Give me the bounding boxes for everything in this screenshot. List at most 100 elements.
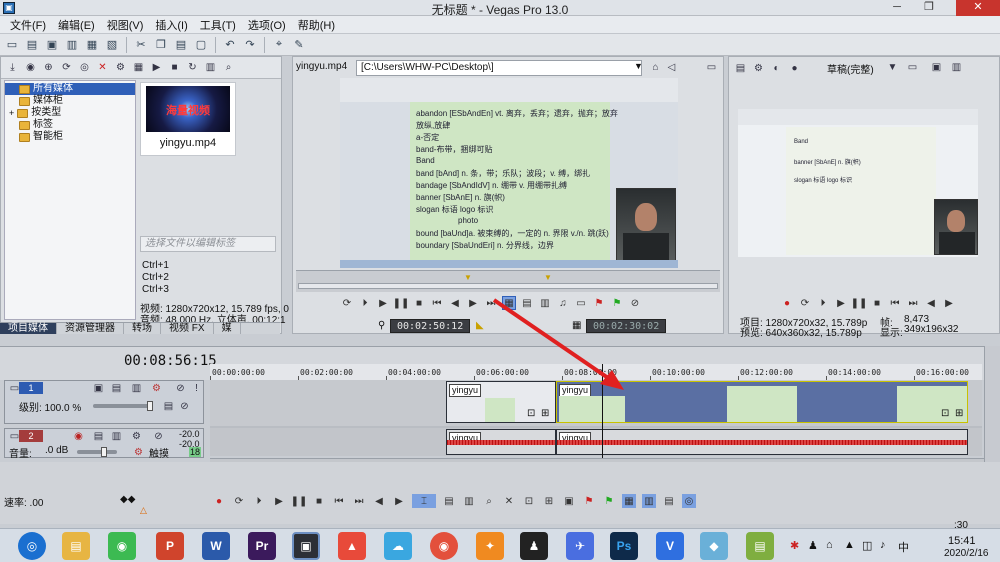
render-icon[interactable]: ▦ <box>84 37 100 53</box>
refresh-icon[interactable]: ⟳ <box>59 60 74 75</box>
auto-preview-icon[interactable]: ↻ <box>185 60 200 75</box>
stop-icon[interactable]: ■ <box>312 494 326 508</box>
menu-options[interactable]: 选项(O) <box>242 17 292 33</box>
delete-icon[interactable]: ▢ <box>193 37 209 53</box>
in-marker-icon[interactable]: ▼ <box>464 273 472 282</box>
powerpoint-icon[interactable]: P <box>156 532 184 560</box>
trimmer-time-length[interactable]: 00:02:30:02 <box>586 319 667 333</box>
tab-project-media[interactable]: 项目媒体 <box>0 323 57 334</box>
next-frame-icon[interactable]: ▶ <box>466 296 480 310</box>
tree-item-all-media[interactable]: 所有媒体 <box>5 83 135 95</box>
play-media-icon[interactable]: ▶ <box>149 60 164 75</box>
stop-icon[interactable]: ■ <box>412 296 426 310</box>
open-icon[interactable]: ▤ <box>24 37 40 53</box>
app-icon[interactable]: ◆ <box>700 532 728 560</box>
marker-icon[interactable]: ⚑ <box>582 494 596 508</box>
pause-icon[interactable]: ❚❚ <box>291 494 308 508</box>
ignore-grouping-icon[interactable]: ◎ <box>682 494 696 508</box>
menu-tools[interactable]: 工具(T) <box>194 17 242 33</box>
trimmer-monitor-icon[interactable]: ▭ <box>704 60 719 75</box>
app-icon[interactable]: ✦ <box>476 532 504 560</box>
go-start-icon[interactable]: ⏮ <box>430 296 444 310</box>
tree-item-smart-bins[interactable]: 智能柜 <box>5 131 135 143</box>
menu-edit[interactable]: 编辑(E) <box>52 17 101 33</box>
video-app-icon[interactable]: ▲ <box>338 532 366 560</box>
split-screen-icon[interactable]: ◐ <box>769 61 784 76</box>
trimmer-time-in[interactable]: 00:02:50:12 <box>390 319 471 333</box>
system-clock-date[interactable]: 2020/2/16 <box>944 548 989 559</box>
envelope-icon[interactable]: ▤ <box>442 494 456 508</box>
tray-icon[interactable]: ▲ <box>844 539 855 551</box>
level-slider[interactable] <box>93 404 153 408</box>
zoom-icon[interactable]: ⌕ <box>482 494 496 508</box>
copy-icon[interactable]: ❐ <box>153 37 169 53</box>
fx-icon[interactable]: ⚙ <box>751 61 766 76</box>
get-media-icon[interactable]: ⊕ <box>41 60 56 75</box>
save-as-icon[interactable]: ▥ <box>64 37 80 53</box>
preview-quality[interactable]: 草稿(完整) <box>827 61 874 76</box>
delete-clip-icon[interactable]: ✕ <box>502 494 516 508</box>
tray-icon[interactable]: ⌂ <box>826 539 833 551</box>
pan-mode[interactable]: 触摸 <box>149 445 169 460</box>
vegas-taskbar-icon[interactable]: ▣ <box>292 532 320 560</box>
trimmer-timeline[interactable] <box>298 283 718 289</box>
premiere-icon[interactable]: Pr <box>248 532 276 560</box>
import-media-icon[interactable]: ⤓ <box>5 60 20 75</box>
expand-icon[interactable]: + <box>9 107 14 119</box>
track-fx-icon[interactable]: ▤ <box>109 381 124 396</box>
external-monitor-icon[interactable]: ▭ <box>905 60 920 75</box>
word-icon[interactable]: W <box>202 532 230 560</box>
marker-green-icon[interactable]: ⚑ <box>610 296 624 310</box>
fx-icon[interactable]: ⚙ <box>113 60 128 75</box>
redo-icon[interactable]: ↷ <box>242 37 258 53</box>
chrome-icon[interactable]: ◉ <box>430 532 458 560</box>
path-dropdown-icon[interactable]: ▼ <box>634 61 643 71</box>
notepad-icon[interactable]: ▤ <box>746 532 774 560</box>
loop-icon[interactable]: ⟳ <box>340 296 354 310</box>
timeline-ruler[interactable]: 00:00:00:00 00:02:00:00 00:04:00:00 00:06:0… <box>210 364 982 380</box>
properties-icon[interactable]: ▧ <box>104 37 120 53</box>
mute-icon[interactable]: ⊘ <box>173 381 188 396</box>
play-icon[interactable]: ▶ <box>376 296 390 310</box>
play-from-start-icon[interactable]: ⏵ <box>816 296 830 310</box>
audio-track-header[interactable]: 2 ▭ ◉ ▤ ▥ ⚙ ⊘ -20.0 音量: .0 dB ⚙ 触摸 -20.0… <box>4 428 204 460</box>
input-method-icon[interactable]: 中 <box>898 539 909 555</box>
grid-icon[interactable]: ▦ <box>131 60 146 75</box>
play-icon[interactable]: ▶ <box>272 494 286 508</box>
next-frame-icon[interactable]: ▶ <box>392 494 406 508</box>
remove-icon[interactable]: ✕ <box>95 60 110 75</box>
envelope-tool-icon[interactable]: ✎ <box>291 37 307 53</box>
feishu-icon[interactable]: ✈ <box>566 532 594 560</box>
wps-icon[interactable]: V <box>656 532 684 560</box>
out-marker-icon[interactable]: ▼ <box>544 273 552 282</box>
menu-file[interactable]: 文件(F) <box>4 17 52 33</box>
video-clip[interactable]: yingyu ⊡ ⊞ <box>446 381 556 423</box>
undo-icon[interactable]: ↶ <box>222 37 238 53</box>
quality-dropdown-icon[interactable]: ▼ <box>885 60 900 75</box>
trimmer-home-icon[interactable]: ⌂ <box>648 60 663 75</box>
audio-clip[interactable]: yingyu <box>556 429 968 455</box>
browser-icon[interactable]: ◎ <box>18 532 46 560</box>
lock-icon[interactable]: ▣ <box>562 494 576 508</box>
qq-icon[interactable]: ♟ <box>520 532 548 560</box>
video-clip-selected[interactable]: yingyu ⊡ ⊞ <box>556 381 968 423</box>
tree-item-tags[interactable]: 标签 <box>5 119 135 131</box>
volume-icon[interactable]: ♪ <box>880 539 886 551</box>
play-from-start-icon[interactable]: ⏵ <box>358 296 372 310</box>
go-end-icon[interactable]: ⏭ <box>352 494 366 508</box>
bypass-icon[interactable]: ⊘ <box>177 399 192 414</box>
normal-edit-tool-icon[interactable]: ⌶ <box>412 494 436 508</box>
volume-slider[interactable] <box>77 450 117 454</box>
trimmer-back-icon[interactable]: ◁ <box>664 60 679 75</box>
lock-envelopes-icon[interactable]: ▤ <box>662 494 676 508</box>
tree-item-media-bins[interactable]: 媒体柜 <box>5 95 135 107</box>
go-start-icon[interactable]: ⏮ <box>888 296 902 310</box>
track-settings-icon[interactable]: ⚙ <box>129 429 144 444</box>
wechat-icon[interactable]: ◉ <box>108 532 136 560</box>
copy-snapshot-icon[interactable]: ▣ <box>929 60 944 75</box>
stop-media-icon[interactable]: ■ <box>167 60 182 75</box>
record-icon[interactable]: ● <box>212 494 226 508</box>
region-icon[interactable]: ⚑ <box>602 494 616 508</box>
tab-explorer[interactable]: 资源管理器 <box>57 323 124 334</box>
close-button[interactable]: ✕ <box>956 0 1000 16</box>
